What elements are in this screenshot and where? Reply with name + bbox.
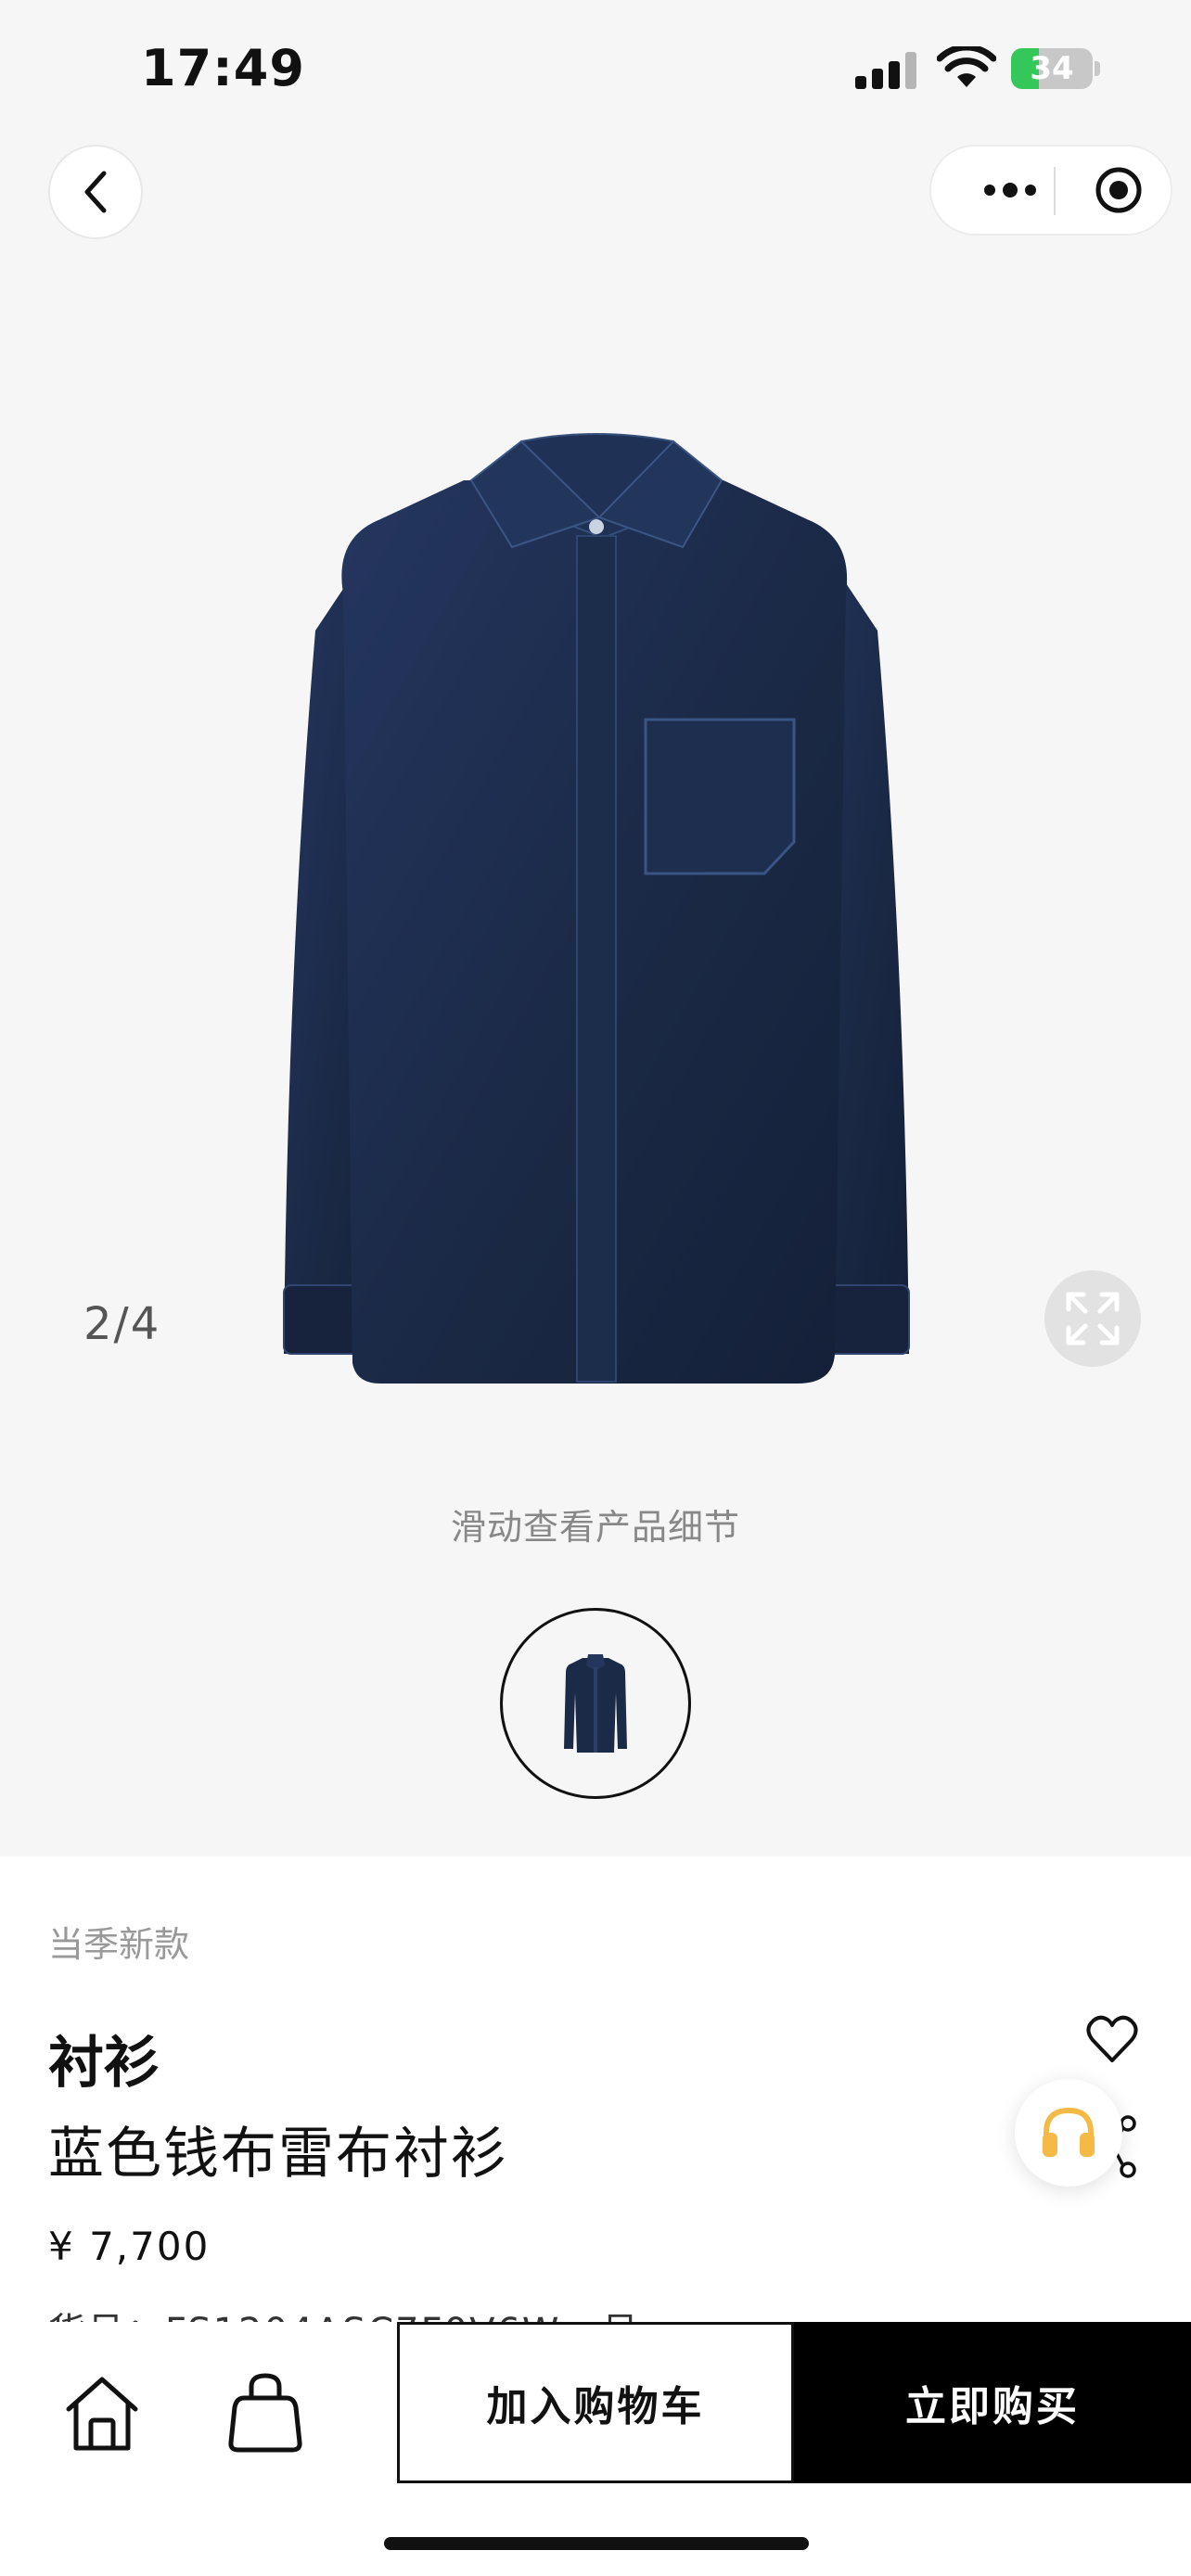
back-button[interactable] (48, 145, 143, 239)
new-season-tag: 当季新款 (48, 1924, 190, 1965)
fullscreen-button[interactable] (1044, 1270, 1141, 1367)
customer-service-button[interactable] (1015, 2079, 1122, 2187)
status-bar: 17:49 34 (0, 0, 1191, 139)
product-sku: 货号：FS1204ASC7F0V6W · 号 (48, 2302, 641, 2322)
battery-icon: 34 (1011, 48, 1100, 89)
cellular-signal-icon (855, 52, 918, 89)
close-miniprogram-button[interactable] (1082, 147, 1156, 234)
home-button[interactable] (59, 2370, 145, 2455)
thumbnail-selected[interactable] (500, 1608, 691, 1799)
wifi-icon (937, 46, 996, 87)
status-time: 17:49 (141, 39, 305, 97)
image-counter: 2/4 (83, 1298, 161, 1350)
headset-icon (1043, 2107, 1095, 2157)
product-name: 蓝色钱布雷布衬衫 (48, 2122, 508, 2187)
back-icon (84, 171, 107, 213)
heart-icon[interactable] (1085, 2014, 1139, 2064)
thumbnail-image (564, 1654, 627, 1753)
target-icon (1095, 167, 1142, 213)
shopping-bag-button[interactable] (223, 2368, 308, 2457)
product-gallery[interactable]: 17:49 34 2/4 滑动查看产品细节 (0, 0, 1191, 1856)
buy-now-button[interactable]: 立即购买 (794, 2322, 1191, 2483)
capsule-divider (1054, 167, 1056, 215)
product-image[interactable] (278, 427, 915, 1391)
expand-icon (1066, 1292, 1120, 1345)
miniprogram-capsule (929, 145, 1172, 236)
add-to-cart-button[interactable]: 加入购物车 (397, 2322, 794, 2483)
home-indicator (384, 2537, 809, 2550)
product-price: ¥ 7,700 (48, 2224, 211, 2269)
battery-percent: 34 (1030, 50, 1074, 87)
more-icon (984, 183, 1036, 198)
home-icon (66, 2377, 138, 2451)
product-category: 衬衫 (48, 2031, 160, 2096)
bag-icon (228, 2373, 302, 2453)
swipe-hint: 滑动查看产品细节 (450, 1507, 740, 1548)
more-button[interactable] (968, 147, 1052, 234)
